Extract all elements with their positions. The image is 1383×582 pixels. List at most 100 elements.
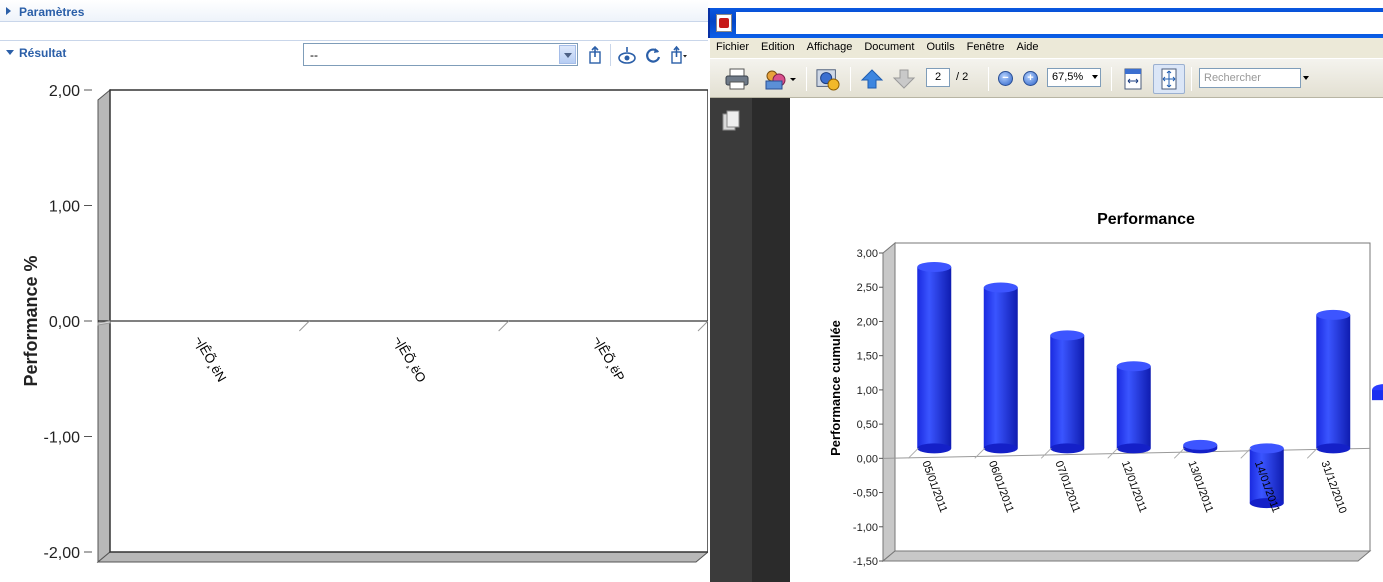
bar-body xyxy=(1116,366,1151,449)
y-tick-label: 0,50 xyxy=(857,419,878,431)
bar-bottom xyxy=(1116,443,1151,454)
bar-body xyxy=(917,266,952,449)
zoom-select[interactable]: 67,5% xyxy=(1047,68,1101,87)
toolbar-separator xyxy=(610,44,611,66)
result-select-value: -- xyxy=(310,48,318,62)
bar-partial-body xyxy=(1372,390,1383,401)
pdf-app-icon xyxy=(716,14,732,32)
bar-top xyxy=(917,261,952,272)
toolbar-separator xyxy=(806,67,807,91)
y-tick-label: 0,00 xyxy=(49,314,80,331)
chevron-down-icon[interactable] xyxy=(1092,75,1098,79)
y-tick-label: 1,50 xyxy=(857,351,878,363)
zoom-out-icon[interactable]: − xyxy=(998,71,1013,86)
right-performance-chart: Performance 3,00 2,50 2,00 1,50 1,00 0,50 0,00 -… xyxy=(828,211,1383,568)
bar-bottom xyxy=(1316,443,1351,454)
params-section-header[interactable]: Paramètres xyxy=(0,0,710,22)
y-tick-label: 2,00 xyxy=(857,316,878,328)
fit-width-icon[interactable] xyxy=(1122,67,1144,91)
bar-top xyxy=(1183,439,1218,450)
zoom-value: 67,5% xyxy=(1052,71,1084,83)
window-title-area xyxy=(736,12,1383,34)
bar-top xyxy=(1050,330,1085,341)
menu-affichage[interactable]: Affichage xyxy=(801,38,859,53)
bar xyxy=(1116,361,1151,454)
refresh-icon[interactable] xyxy=(644,45,662,65)
left-performance-chart: 2,001,000,00-1,00-2,00Performance % ¬|ÊÕ¸… xyxy=(21,83,710,564)
y-tick-label: 2,00 xyxy=(49,83,80,100)
print-icon[interactable] xyxy=(724,67,750,91)
page-number-input[interactable]: 2 xyxy=(926,68,950,87)
pdf-page: Performance 3,00 2,50 2,00 1,50 1,00 0,50 0,00 -… xyxy=(790,98,1383,582)
fit-page-button[interactable] xyxy=(1153,64,1185,94)
bar-bottom xyxy=(983,443,1018,454)
toolbar-separator xyxy=(1191,67,1192,91)
bar xyxy=(983,282,1018,454)
bar-body xyxy=(1316,314,1351,449)
bar-bottom xyxy=(917,443,952,454)
y-tick-label: -2,00 xyxy=(44,545,81,562)
document-gutter xyxy=(752,98,790,582)
chart-title: Performance xyxy=(1097,211,1195,228)
collapse-arrow-icon xyxy=(6,50,14,55)
menu-document[interactable]: Document xyxy=(858,38,920,53)
y-axis-label: Performance cumulée xyxy=(828,320,843,456)
toolbar-separator xyxy=(988,67,989,91)
collaborate-icon[interactable] xyxy=(762,67,798,91)
chevron-down-icon[interactable] xyxy=(559,45,576,64)
export-menu-icon[interactable] xyxy=(669,45,687,65)
screen: Paramètres Résultat -- 2,00 1,00 0,00 -1… xyxy=(0,0,1383,582)
y-tick-label: -1,00 xyxy=(853,522,878,534)
y-tick-label: 0,00 xyxy=(857,453,878,465)
expand-arrow-icon xyxy=(6,7,11,15)
prev-page-icon[interactable] xyxy=(860,67,884,91)
bar xyxy=(917,261,952,454)
bar-top xyxy=(1249,443,1284,454)
bar xyxy=(1050,330,1085,454)
pdf-toolbar: 2 / 2 − + 67,5% Rechercher xyxy=(710,58,1383,98)
menu-fichier[interactable]: Fichier xyxy=(710,38,755,53)
bar-top xyxy=(1116,361,1151,372)
page-total: / 2 xyxy=(956,71,969,83)
chart-left-wall xyxy=(882,241,896,563)
bar-body xyxy=(1050,335,1085,449)
y-tick-label: 1,00 xyxy=(857,385,878,397)
toolbar-separator xyxy=(1111,67,1112,91)
export-icon[interactable] xyxy=(586,45,604,65)
navigation-pane xyxy=(710,98,752,582)
y-tick-label: -1,00 xyxy=(44,430,81,447)
pages-icon[interactable] xyxy=(722,110,740,132)
result-select[interactable]: -- xyxy=(303,43,578,66)
chevron-down-icon[interactable] xyxy=(1303,76,1309,80)
search-input[interactable]: Rechercher xyxy=(1199,68,1301,88)
menu-fenetre[interactable]: Fenêtre xyxy=(961,38,1011,53)
view-icon[interactable] xyxy=(618,45,636,65)
result-section-label: Résultat xyxy=(19,46,67,60)
bar-bottom xyxy=(1050,443,1085,454)
result-panel: Paramètres Résultat -- 2,00 1,00 0,00 -1… xyxy=(0,0,710,582)
fit-page-icon xyxy=(1161,68,1177,90)
y-tick-label: 2,50 xyxy=(857,282,878,294)
secure-icon[interactable] xyxy=(814,67,842,91)
bar xyxy=(1183,439,1218,454)
y-axis-label: Performance % xyxy=(21,255,41,386)
menu-aide[interactable]: Aide xyxy=(1011,38,1045,53)
toolbar-separator xyxy=(850,67,851,91)
y-tick-label: 3,00 xyxy=(857,248,878,260)
bar-body xyxy=(983,287,1018,449)
bar-top xyxy=(1316,309,1351,320)
window-titlebar[interactable] xyxy=(708,8,1383,38)
next-page-icon[interactable] xyxy=(892,67,916,91)
params-section-label: Paramètres xyxy=(19,5,85,19)
chart-floor xyxy=(96,551,710,563)
chart-floor xyxy=(881,550,1372,562)
zoom-in-icon[interactable]: + xyxy=(1023,71,1038,86)
y-tick-label: 1,00 xyxy=(49,199,80,216)
bar xyxy=(1316,309,1351,454)
pdf-viewer-window: Fichier Edition Affichage Document Outils Fen… xyxy=(708,0,1383,582)
menu-outils[interactable]: Outils xyxy=(920,38,960,53)
bar-top xyxy=(983,282,1018,293)
y-tick-label: -1,50 xyxy=(853,556,878,568)
menu-edition[interactable]: Edition xyxy=(755,38,801,53)
menu-bar: Fichier Edition Affichage Document Outils Fen… xyxy=(710,38,1383,58)
